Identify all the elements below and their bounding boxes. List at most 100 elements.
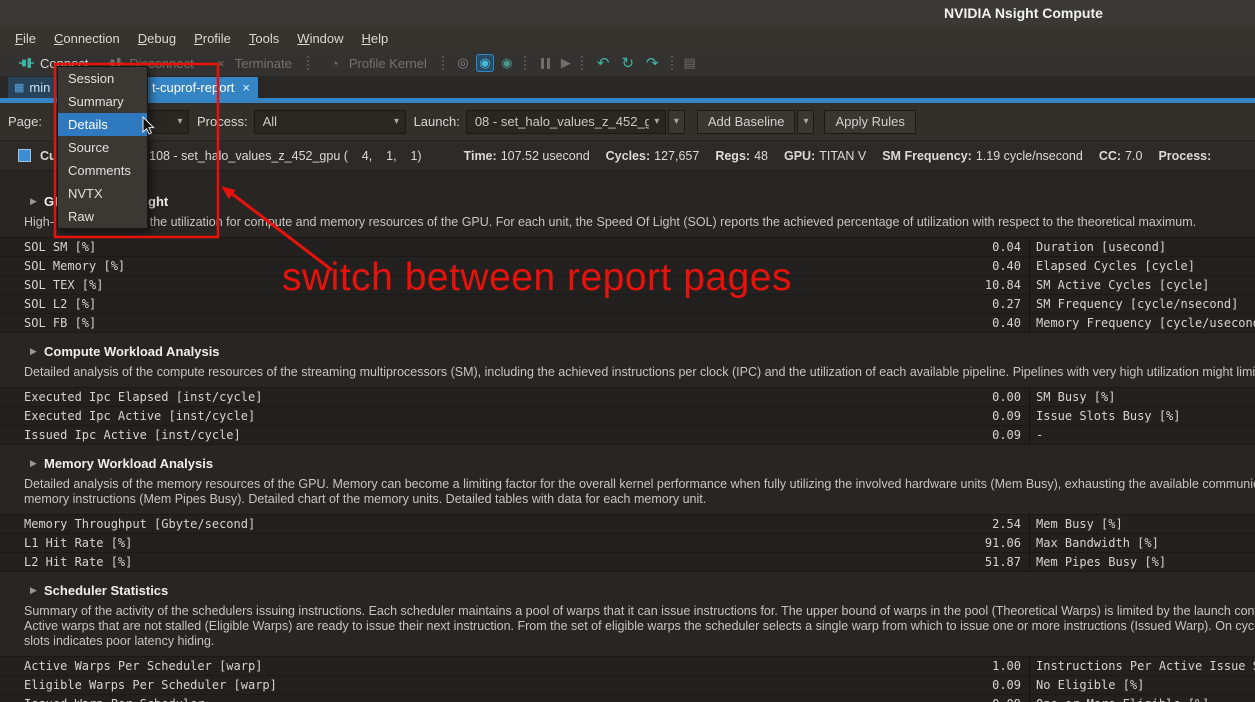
profile-kernel-icon: ◔ xyxy=(326,54,344,72)
section-expand-icon[interactable]: ▶ xyxy=(30,458,44,469)
page-menu-item-comments[interactable]: Comments xyxy=(58,159,147,182)
section-header-memory-workload[interactable]: ▶ Memory Workload Analysis xyxy=(0,453,1255,473)
toolbar-separator xyxy=(442,56,446,70)
metric-value: 0.09 xyxy=(992,428,1021,442)
profiler-mode-icon[interactable]: ◎ xyxy=(454,54,472,72)
add-baseline-dropdown-button[interactable]: ▾ xyxy=(797,110,814,134)
section-description-line: Summary of the activity of the scheduler… xyxy=(24,604,1255,619)
report-controls: Page: Details ▾ Process: All ▾ Launch: 0… xyxy=(0,103,1255,141)
profile-kernel-button[interactable]: ◔ Profile Kernel xyxy=(317,50,436,76)
metric-name-2: One or More Eligible [%] xyxy=(1030,695,1255,702)
document-icon: ▦ xyxy=(14,81,24,94)
page-menu-item-raw[interactable]: Raw xyxy=(58,205,147,228)
section-description-line: Detailed analysis of the memory resource… xyxy=(24,477,1255,492)
step-icon[interactable]: ▶ xyxy=(557,54,575,72)
launch-dropdown-button[interactable]: ▾ xyxy=(668,110,685,134)
section-title: Compute Workload Analysis xyxy=(44,344,220,359)
metric-value: 10.84 xyxy=(985,278,1021,292)
apply-rules-button[interactable]: Apply Rules xyxy=(824,110,915,134)
pause-icon[interactable] xyxy=(541,58,550,69)
chevron-down-icon: ▾ xyxy=(172,116,188,127)
menubar-item-tools[interactable]: Tools xyxy=(240,29,288,48)
nav-refresh-icon[interactable]: ↻ xyxy=(621,54,634,72)
page-menu-item-summary[interactable]: Summary xyxy=(58,90,147,113)
page-dropdown-menu: SessionSummaryDetailsSourceCommentsNVTXR… xyxy=(57,66,148,229)
page-menu-item-session[interactable]: Session xyxy=(58,67,147,90)
metric-name-2: Mem Pipes Busy [%] xyxy=(1030,553,1255,571)
tab-close-icon[interactable]: × xyxy=(242,80,250,95)
menubar-item-profile[interactable]: Profile xyxy=(185,29,240,48)
kernel-stat: CC:7.0 xyxy=(1099,149,1143,163)
kernel-stats: Time:107.52 usecondCycles:127,657Regs:48… xyxy=(464,149,1216,163)
toolbar-separator xyxy=(524,56,528,70)
menubar-item-window[interactable]: Window xyxy=(288,29,352,48)
section-expand-icon[interactable]: ▶ xyxy=(30,196,44,207)
section-description-line: Detailed analysis of the compute resourc… xyxy=(24,365,1255,380)
tab-bar: ▦ min t-cuprof-report × xyxy=(0,77,1255,98)
process-combobox[interactable]: All ▾ xyxy=(254,110,406,134)
metric-name-2: Memory Frequency [cycle/usecond] xyxy=(1030,314,1255,332)
window-title: NVIDIA Nsight Compute xyxy=(944,5,1103,21)
metric-table-row: Issued Ipc Active [inst/cycle]0.09- xyxy=(0,426,1255,445)
chevron-down-icon: ▾ xyxy=(803,116,808,127)
add-baseline-button[interactable]: Add Baseline xyxy=(697,110,796,134)
menubar-item-file[interactable]: File xyxy=(6,29,45,48)
page-menu-item-source[interactable]: Source xyxy=(58,136,147,159)
metric-name: SOL FB [%] xyxy=(24,316,96,330)
section-expand-icon[interactable]: ▶ xyxy=(30,346,44,357)
launch-combobox[interactable]: 08 - set_halo_values_z_452_gpu ▾ xyxy=(466,110,666,134)
metric-value: 0.00 xyxy=(992,390,1021,404)
metric-name: SOL SM [%] xyxy=(24,240,96,254)
tab-label: min xyxy=(29,80,50,95)
baseline-color-checkbox[interactable] xyxy=(18,149,31,162)
nav-forward-icon[interactable]: ↷ xyxy=(646,54,659,72)
nav-back-icon[interactable]: ↶ xyxy=(597,54,610,72)
chevron-down-icon: ▾ xyxy=(649,116,665,127)
metric-value: 0.40 xyxy=(992,316,1021,330)
metric-value: 0.27 xyxy=(992,297,1021,311)
section-header-scheduler-statistics[interactable]: ▶ Scheduler Statistics xyxy=(0,580,1255,600)
window-titlebar: NVIDIA Nsight Compute xyxy=(0,0,1255,27)
metric-name-2: Max Bandwidth [%] xyxy=(1030,534,1255,552)
metric-table-row: Eligible Warps Per Scheduler [warp]0.09N… xyxy=(0,676,1255,695)
interactive-profile-icon[interactable]: ◉ xyxy=(476,54,494,72)
metric-name-2: Issue Slots Busy [%] xyxy=(1030,407,1255,425)
menubar-item-connection[interactable]: Connection xyxy=(45,29,129,48)
profile-series-icon[interactable]: ◉ xyxy=(498,54,516,72)
tab-report-1[interactable]: ▦ min xyxy=(8,77,57,98)
page-menu-item-details[interactable]: Details xyxy=(58,113,147,136)
chevron-down-icon: ▾ xyxy=(389,116,405,127)
section-description: Summary of the activity of the scheduler… xyxy=(0,604,1255,649)
metric-table-row: SOL Memory [%]0.40Elapsed Cycles [cycle] xyxy=(0,257,1255,276)
metric-table-memory: Memory Throughput [Gbyte/second] 2.54 Mem … xyxy=(0,514,1255,572)
kernel-name: 108 - set_halo_values_z_452_gpu ( 4, 1, … xyxy=(149,149,421,163)
section-description: High-level overview of the utilization f… xyxy=(0,215,1255,230)
menubar-item-help[interactable]: Help xyxy=(353,29,398,48)
terminate-button[interactable]: × Terminate xyxy=(203,50,301,76)
metric-value: 0.09 xyxy=(992,409,1021,423)
metric-name-2: - xyxy=(1030,426,1255,444)
metric-name-2: No Eligible [%] xyxy=(1030,676,1255,694)
metric-name-2: SM Frequency [cycle/nsecond] xyxy=(1030,295,1255,313)
chevron-down-icon: ▾ xyxy=(674,116,679,127)
menubar: FileConnectionDebugProfileToolsWindowHel… xyxy=(0,27,1255,50)
kernel-result-row[interactable]: Current 108 - set_halo_values_z_452_gpu … xyxy=(0,141,1255,171)
terminate-label: Terminate xyxy=(235,56,292,71)
metric-name: Memory Throughput [Gbyte/second] xyxy=(24,517,255,531)
metric-table-row: L1 Hit Rate [%]91.06Max Bandwidth [%] xyxy=(0,534,1255,553)
page-menu-item-nvtx[interactable]: NVTX xyxy=(58,182,147,205)
section-header-gpu-speed-of-light[interactable]: ▶ GPU Speed Of Light xyxy=(0,191,1255,211)
layers-icon[interactable]: ▤ xyxy=(681,54,699,72)
section-description-line: slots indicates poor latency hiding. xyxy=(24,634,1255,649)
metric-value: 2.54 xyxy=(992,517,1021,531)
metric-name: L2 Hit Rate [%] xyxy=(24,555,132,569)
launch-combobox-value: 08 - set_halo_values_z_452_gpu xyxy=(467,114,649,129)
metric-value: 1.00 xyxy=(992,659,1021,673)
connect-icon xyxy=(17,54,35,72)
section-title: Memory Workload Analysis xyxy=(44,456,213,471)
metric-value: 91.06 xyxy=(985,536,1021,550)
section-expand-icon[interactable]: ▶ xyxy=(30,585,44,596)
section-header-compute-workload[interactable]: ▶ Compute Workload Analysis xyxy=(0,341,1255,361)
metric-table-row: Issued Warp Per Scheduler0.09One or More… xyxy=(0,695,1255,702)
menubar-item-debug[interactable]: Debug xyxy=(129,29,185,48)
